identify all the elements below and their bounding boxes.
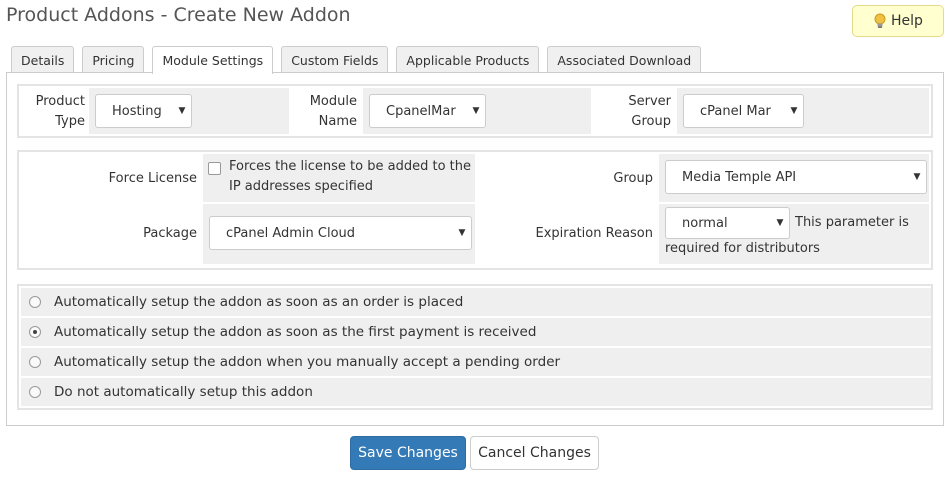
setup-options-box: Automatically setup the addon as soon as…: [17, 284, 933, 410]
tab-custom-fields[interactable]: Custom Fields: [281, 46, 389, 73]
server-group-label-line2: Group: [631, 114, 671, 129]
module-name-select[interactable]: CpanelMar ▼: [369, 94, 486, 128]
group-select[interactable]: Media Temple API ▼: [665, 160, 927, 194]
chevron-down-icon: ▼: [776, 218, 784, 228]
product-type-label: Product Type: [21, 92, 85, 132]
setup-option-row[interactable]: Do not automatically setup this addon: [21, 378, 931, 406]
setup-option-label: Automatically setup the addon when you m…: [54, 354, 561, 370]
product-type-label-line2: Type: [55, 114, 85, 129]
setup-option-row[interactable]: Automatically setup the addon as soon as…: [21, 318, 931, 346]
chevron-down-icon: ▼: [472, 106, 480, 116]
tab-details[interactable]: Details: [11, 46, 75, 73]
package-label: Package: [21, 224, 197, 244]
setup-option-row[interactable]: Automatically setup the addon as soon as…: [21, 288, 931, 316]
expiration-reason-select[interactable]: normal ▼: [665, 207, 790, 239]
setup-option-radio[interactable]: [29, 386, 41, 398]
tab-pricing[interactable]: Pricing: [82, 46, 145, 73]
tab-bar: Details Pricing Module Settings Custom F…: [11, 46, 709, 74]
module-name-label: Module Name: [289, 92, 357, 132]
force-license-checkbox[interactable]: [208, 162, 221, 175]
tab-module-settings[interactable]: Module Settings: [152, 46, 274, 74]
tab-applicable-products[interactable]: Applicable Products: [396, 46, 540, 73]
help-label: Help: [891, 13, 923, 29]
product-type-select[interactable]: Hosting ▼: [95, 94, 192, 128]
module-selection-box: Product Type Hosting ▼ Module Name Cpane…: [17, 84, 933, 138]
server-group-label-line1: Server: [628, 94, 671, 109]
cancel-changes-button[interactable]: Cancel Changes: [470, 436, 599, 470]
page-title: Product Addons - Create New Addon: [6, 4, 351, 26]
tab-associated-download[interactable]: Associated Download: [547, 46, 702, 73]
module-settings-panel: Product Type Hosting ▼ Module Name Cpane…: [6, 72, 944, 426]
chevron-down-icon: ▼: [458, 228, 466, 238]
setup-option-row[interactable]: Automatically setup the addon when you m…: [21, 348, 931, 376]
expiration-reason-value: normal: [682, 215, 728, 231]
force-license-desc-line1: Forces the license to be added to the: [229, 159, 471, 174]
expiration-reason-desc-line2: required for distributors: [665, 241, 820, 256]
product-type-label-line1: Product: [35, 94, 85, 109]
expiration-reason-label: Expiration Reason: [477, 224, 653, 244]
help-button[interactable]: Help: [852, 5, 944, 37]
save-changes-button[interactable]: Save Changes: [350, 436, 466, 470]
group-label: Group: [477, 169, 653, 189]
server-group-select[interactable]: cPanel Mar ▼: [683, 94, 804, 128]
module-config-box: Force License Forces the license to be a…: [17, 150, 933, 270]
force-license-label: Force License: [21, 169, 197, 189]
setup-option-radio[interactable]: [29, 326, 41, 338]
group-value: Media Temple API: [682, 169, 797, 185]
server-group-label: Server Group: [591, 92, 671, 132]
product-type-value: Hosting: [112, 103, 162, 119]
module-name-label-line2: Name: [318, 114, 357, 129]
setup-option-radio[interactable]: [29, 356, 41, 368]
package-value: cPanel Admin Cloud: [226, 225, 356, 241]
setup-option-label: Automatically setup the addon as soon as…: [54, 294, 464, 310]
expiration-reason-desc-line1: This parameter is: [795, 215, 909, 230]
chevron-down-icon: ▼: [178, 106, 186, 116]
module-name-label-line1: Module: [309, 94, 357, 109]
setup-option-label: Automatically setup the addon as soon as…: [54, 324, 537, 340]
chevron-down-icon: ▼: [790, 106, 798, 116]
module-name-value: CpanelMar: [386, 103, 456, 119]
setup-option-radio[interactable]: [29, 296, 41, 308]
force-license-desc-line2: IP addresses specified: [229, 179, 374, 194]
server-group-value: cPanel Mar: [700, 103, 771, 119]
lightbulb-icon: [873, 13, 887, 29]
chevron-down-icon: ▼: [913, 172, 921, 182]
setup-option-label: Do not automatically setup this addon: [54, 384, 313, 400]
package-select[interactable]: cPanel Admin Cloud ▼: [209, 216, 472, 250]
force-license-description: Forces the license to be added to the IP…: [229, 157, 475, 197]
